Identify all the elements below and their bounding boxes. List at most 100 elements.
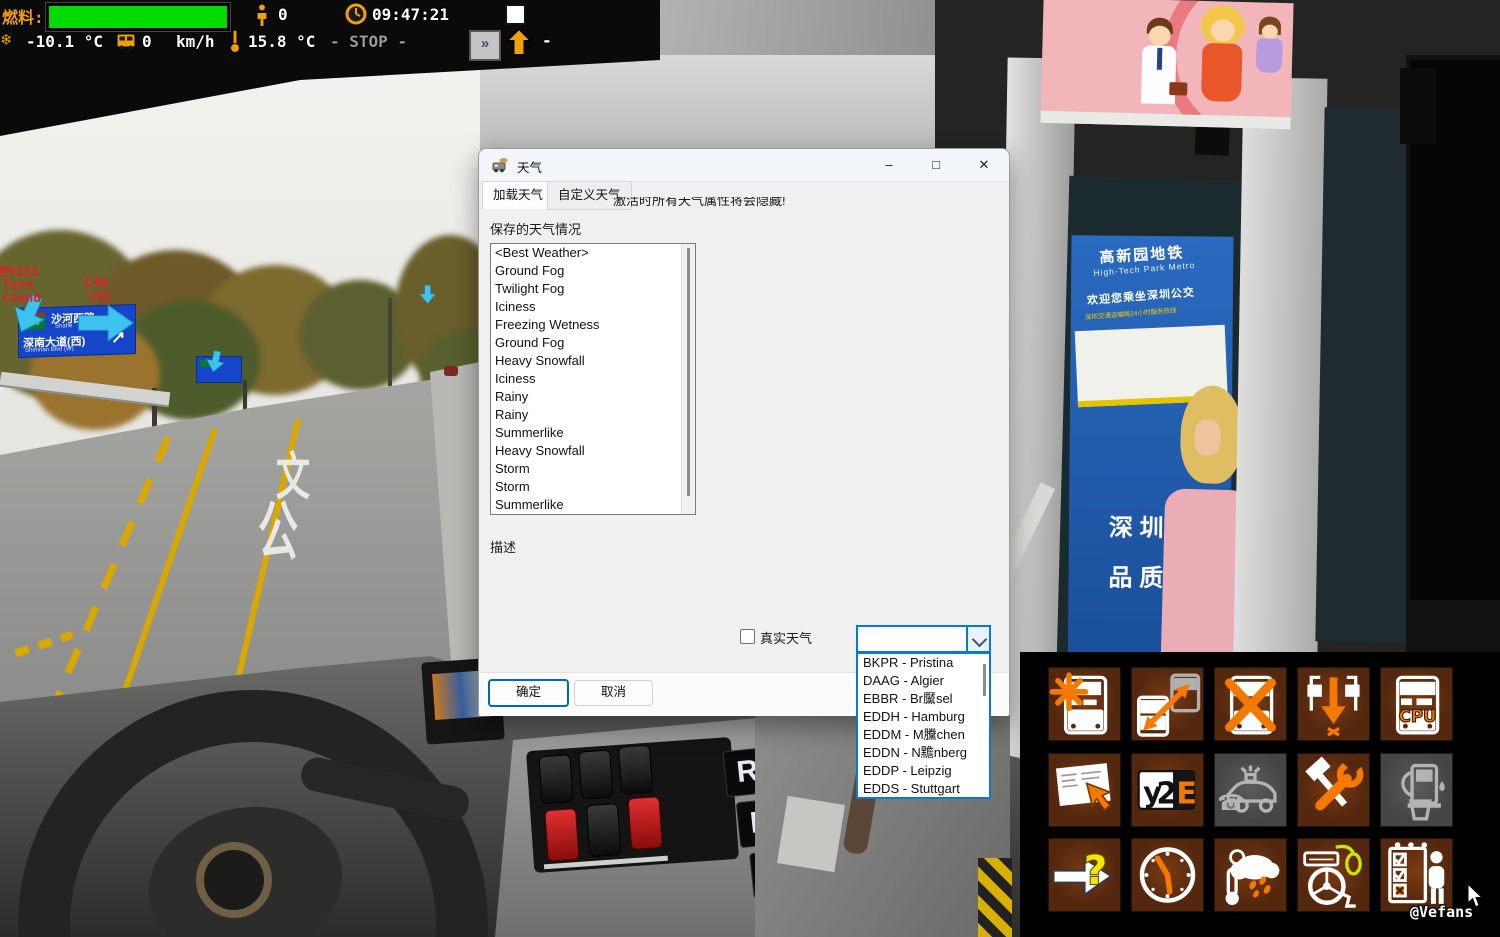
weather-list-item[interactable]: Heavy Snowfall [491, 352, 695, 370]
real-weather-checkbox[interactable] [740, 629, 755, 644]
fast-forward-button[interactable]: » [469, 30, 501, 61]
rocker-switch[interactable] [538, 754, 573, 804]
weather-list-item[interactable]: Summerlike [491, 424, 695, 442]
stop-board-line1: 欢迎您乘坐深圳公交 [1086, 284, 1195, 308]
indicator-square[interactable] [505, 4, 526, 25]
airport-option[interactable]: DAAG - Algier [858, 672, 989, 690]
wheel-emblem [196, 842, 272, 918]
toolbar-repair-button[interactable] [1297, 753, 1370, 827]
fuel-label: 燃料: [2, 4, 44, 28]
farebox-plate [777, 796, 845, 872]
app-root: 文 公 S3 沙河西路 Shahe 深南大道(西) Shennan Blvd (… [0, 0, 1500, 937]
toolbar-route-button[interactable]: ? [1048, 838, 1121, 912]
passenger-icon [254, 3, 270, 27]
y2e-2: 2 [1156, 776, 1177, 811]
console: R N D [495, 718, 795, 937]
toolbar-new-bus-button[interactable] [1048, 667, 1121, 741]
remove-bus-icon [1215, 668, 1286, 740]
combobox-arrow-zone[interactable] [966, 627, 989, 651]
airport-option[interactable]: BKPR - Pristina [858, 654, 989, 672]
chevron-down-icon [972, 632, 988, 648]
controls-settings-icon [1298, 839, 1369, 911]
toolbar-timetable-button[interactable] [1048, 753, 1121, 827]
route-question-icon: ? [1049, 839, 1120, 911]
stop-board-big2: 品 质 [1108, 558, 1163, 593]
switch-panel [526, 737, 739, 873]
weather-list-item[interactable]: Iciness [491, 298, 695, 316]
cartoon-briefcase [1169, 82, 1187, 95]
toolbar-passenger-options-button[interactable] [1380, 838, 1453, 912]
toolbar-setdown-bus-button[interactable] [1297, 667, 1370, 741]
description-label: 描述 [490, 537, 516, 556]
airport-option[interactable]: EBBR - Br黶sel [858, 690, 989, 708]
dialog-titlebar[interactable]: 天气 – □ ✕ [479, 149, 1009, 182]
minimize-button[interactable]: – [874, 155, 904, 175]
weather-list-item[interactable]: Freezing Wetness [491, 316, 695, 334]
distant-car [444, 366, 458, 376]
y2e-icon: y2E [1132, 754, 1203, 826]
weather-list-item[interactable]: <Best Weather> [491, 244, 695, 262]
weather-listbox[interactable]: <Best Weather> Ground Fog Twilight Fog I… [490, 243, 696, 515]
rocker-switch[interactable] [618, 745, 653, 795]
weather-list-item[interactable]: Storm [491, 478, 695, 496]
maximize-button[interactable]: □ [921, 155, 951, 175]
door-glass [1315, 107, 1416, 643]
weather-list-item[interactable]: Heavy Snowfall [491, 442, 695, 460]
weather-list-item[interactable]: Twilight Fog [491, 280, 695, 298]
rocker-switch-red[interactable] [544, 808, 580, 862]
breakdown-service-icon: ☎ [1215, 754, 1286, 826]
ad-board [1040, 0, 1293, 129]
weather-list-item[interactable]: Ground Fog [491, 262, 695, 280]
dialog-icon [492, 157, 509, 173]
cancel-button[interactable]: 取消 [574, 680, 653, 706]
change-bus-icon [1132, 668, 1203, 740]
clock-icon [345, 3, 367, 25]
tab-load-weather[interactable]: 加载天气 [482, 181, 554, 209]
airport-option[interactable]: EDDM - M黱chen [858, 726, 989, 744]
repair-icon [1298, 754, 1369, 826]
clipped-notice: 激活时所有天气属性将会隐藏! [613, 197, 833, 207]
stop-indicator: - STOP - [330, 32, 407, 51]
inside-temp: 15.8 °C [248, 32, 315, 51]
toolbar-change-bus-button[interactable] [1131, 667, 1204, 741]
toolbar-time-button[interactable] [1131, 838, 1204, 912]
dialog-title: 天气 [517, 157, 542, 176]
rocker-switch-red[interactable] [628, 796, 664, 850]
airport-option[interactable]: EDDH - Hamburg [858, 708, 989, 726]
mouse-cursor [1464, 884, 1486, 910]
listbox-scrollbar[interactable] [681, 244, 695, 514]
snowflake-icon: ❄ [1, 30, 11, 50]
saved-weather-label: 保存的天气情况 [490, 219, 581, 238]
weather-list-item[interactable]: Summerlike [491, 496, 695, 514]
listbox-scroll-thumb[interactable] [687, 248, 690, 496]
toolbar-y2e-button[interactable]: y2E [1131, 753, 1204, 827]
rocker-switch[interactable] [578, 749, 613, 799]
toolbar-remove-bus-button[interactable] [1214, 667, 1287, 741]
weather-list-item[interactable]: Ground Fog [491, 334, 695, 352]
airport-combobox[interactable] [856, 625, 991, 653]
cyan-arrow-icon [418, 280, 444, 310]
weather-list-item[interactable]: Iciness [491, 370, 695, 388]
rocker-switch[interactable] [586, 803, 622, 857]
airport-option[interactable]: EDDN - N黵nberg [858, 744, 989, 762]
toolbar-refuel-button[interactable] [1380, 753, 1453, 827]
airport-option[interactable]: EDDP - Leipzig [858, 762, 989, 780]
up-arrow-icon[interactable] [506, 28, 532, 56]
bus-icon [116, 33, 136, 50]
weather-list-item[interactable]: Rainy [491, 406, 695, 424]
toolbar-controls-button[interactable] [1297, 838, 1370, 912]
toolbar-weather-button[interactable] [1214, 838, 1287, 912]
toolbar-breakdown-button[interactable]: ☎ [1214, 753, 1287, 827]
toolbar-ai-bus-button[interactable]: CPU [1380, 667, 1453, 741]
fuel-gauge [46, 3, 230, 31]
airport-option[interactable]: EDDS - Stuttgart [858, 780, 989, 798]
outside-temp: -10.1 °C [26, 32, 103, 51]
close-button[interactable]: ✕ [969, 155, 999, 175]
airport-dropdown[interactable]: BKPR - Pristina DAAG - Algier EBBR - Br黶… [856, 652, 991, 799]
ok-button[interactable]: 确定 [488, 679, 569, 707]
ai-bus-icon: CPU [1381, 668, 1452, 740]
weather-list-item[interactable]: Rainy [491, 388, 695, 406]
passenger-face [1194, 419, 1221, 456]
weather-list-item[interactable]: Storm [491, 460, 695, 478]
dropdown-scroll-thumb[interactable] [983, 664, 986, 696]
